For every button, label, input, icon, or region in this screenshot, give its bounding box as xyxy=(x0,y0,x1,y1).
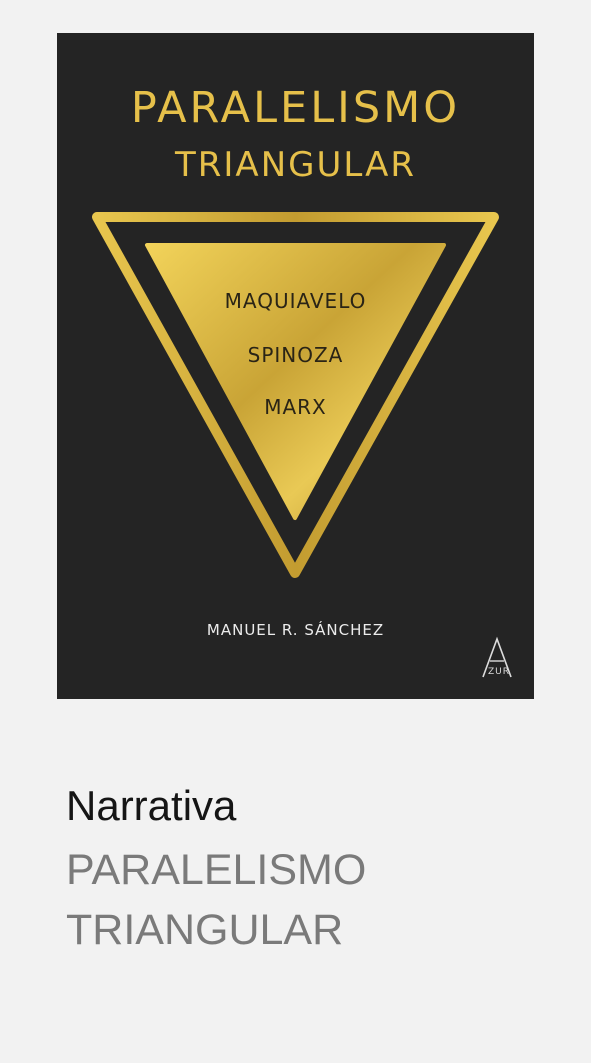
category-link[interactable]: Narrativa xyxy=(66,782,236,830)
book-card: PARALELISMO TRIANGULAR MAQUIAVELO SPINOZ… xyxy=(0,0,591,1063)
book-title-link[interactable]: PARALELISMO TRIANGULAR xyxy=(66,840,366,960)
book-title-line2: TRIANGULAR xyxy=(66,906,344,954)
book-title-line1: PARALELISMO xyxy=(66,846,367,894)
book-cover-image[interactable]: PARALELISMO TRIANGULAR MAQUIAVELO SPINOZ… xyxy=(57,33,534,699)
publisher-name: ZUR xyxy=(487,667,510,677)
triangle-name-marx: MARX xyxy=(264,395,327,419)
triangle-name-spinoza: SPINOZA xyxy=(247,343,344,367)
cover-author: MANUEL R. SÁNCHEZ xyxy=(206,621,385,639)
triangle-name-maquiavelo: MAQUIAVELO xyxy=(224,289,367,313)
